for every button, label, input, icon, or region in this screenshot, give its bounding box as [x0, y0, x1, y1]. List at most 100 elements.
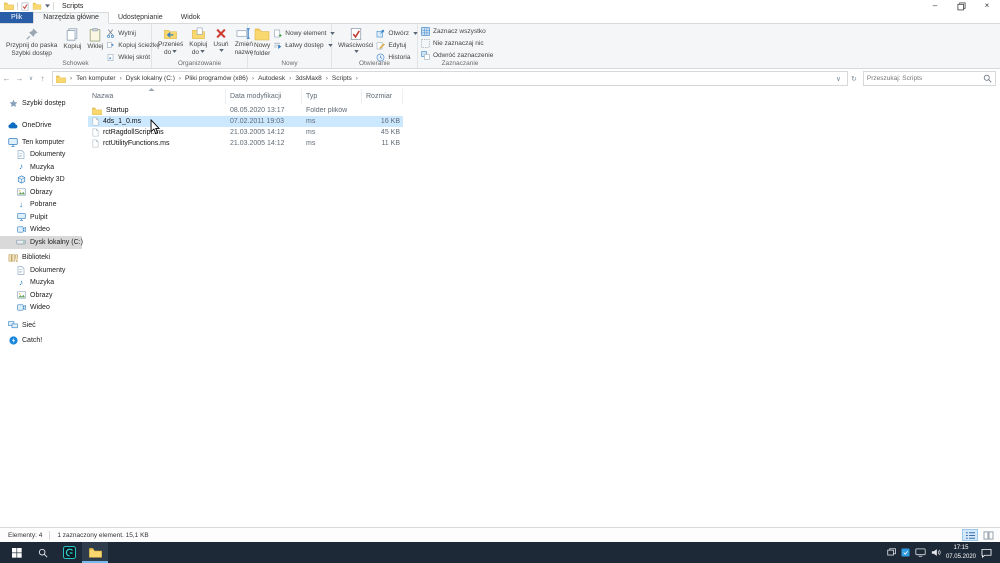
sidebar-item-lib-documents[interactable]: Dokumenty: [0, 264, 82, 277]
details-view-button[interactable]: [962, 529, 978, 541]
close-button[interactable]: ×: [974, 0, 1000, 12]
ribbon-group-select: Zaznacz wszystko Nie zaznaczaj nic Odwró…: [418, 24, 502, 68]
taskbar-file-explorer-button[interactable]: [82, 542, 108, 563]
paste-button[interactable]: Wklej: [84, 25, 106, 51]
sidebar-item-pictures[interactable]: Obrazy: [0, 186, 82, 199]
sidebar-item-3d-objects[interactable]: Obiekty 3D: [0, 174, 82, 187]
tab-home[interactable]: Narzędzia główne: [33, 12, 109, 24]
selection-summary: 1 zaznaczony element. 15,1 KB: [57, 532, 148, 539]
forward-icon[interactable]: →: [13, 74, 26, 83]
sidebar-item-network[interactable]: Sieć: [0, 319, 82, 332]
search-input[interactable]: [867, 75, 983, 82]
select-all-button[interactable]: Zaznacz wszystko: [421, 27, 493, 36]
breadcrumb-program-files[interactable]: Pliki programów (x86): [183, 75, 250, 82]
breadcrumb-3dsmax[interactable]: 3dsMax8: [293, 75, 323, 82]
breadcrumb-local-disk[interactable]: Dysk lokalny (C:): [124, 75, 177, 82]
pin-to-quick-access-button[interactable]: Przypnij do paska Szybki dostęp: [3, 25, 60, 58]
tray-blue-app-icon[interactable]: [901, 548, 910, 557]
sidebar-item-lib-videos[interactable]: Wideo: [0, 302, 82, 315]
sidebar-item-onedrive[interactable]: OneDrive: [0, 120, 82, 133]
hard-drive-icon: [16, 238, 26, 246]
open-label: Otwórz: [388, 30, 409, 37]
tab-view[interactable]: Widok: [172, 12, 209, 23]
properties-button[interactable]: Właściwości: [335, 25, 376, 54]
delete-button[interactable]: Usuń: [210, 25, 231, 53]
file-icon: [92, 128, 99, 137]
taskbar-clock[interactable]: 17:15 07.05.2020: [946, 544, 976, 560]
address-history-dropdown-icon[interactable]: ∨: [833, 75, 844, 83]
sidebar-label: Ten komputer: [22, 139, 64, 146]
copy-to-button[interactable]: Kopiuj do: [186, 25, 210, 57]
qat-properties-icon[interactable]: [21, 2, 29, 11]
column-header-size[interactable]: Rozmiar: [362, 89, 403, 104]
file-row-ragdoll[interactable]: rctRagdollScript.ms 21.03.2005 14:12 ms …: [88, 127, 403, 138]
file-date: 07.02.2011 19:03: [226, 118, 302, 125]
sidebar-label: OneDrive: [22, 122, 52, 129]
ribbon: Przypnij do paska Szybki dostęp Kopiuj W…: [0, 24, 1000, 69]
sidebar-item-quick-access[interactable]: Szybki dostęp: [0, 97, 82, 110]
tray-app-window-icon[interactable]: [887, 548, 896, 557]
copy-button[interactable]: Kopiuj: [60, 25, 84, 51]
sidebar-item-catch[interactable]: Catch!: [0, 335, 82, 348]
sidebar-item-lib-music[interactable]: ♪ Muzyka: [0, 277, 82, 290]
sidebar-item-music[interactable]: ♪ Muzyka: [0, 161, 82, 174]
taskbar-g-app-button[interactable]: [56, 542, 82, 563]
back-icon[interactable]: ←: [0, 74, 13, 83]
breadcrumb[interactable]: › Ten komputer › Dysk lokalny (C:) › Pli…: [52, 71, 848, 86]
taskbar-search-button[interactable]: [30, 542, 56, 563]
copy-to-label-1: Kopiuj: [189, 41, 207, 49]
sidebar-item-downloads[interactable]: ↓ Pobrane: [0, 199, 82, 212]
sidebar-item-videos[interactable]: Wideo: [0, 224, 82, 237]
column-header-type[interactable]: Typ: [302, 89, 362, 104]
clock-time: 17:15: [946, 544, 976, 552]
pin-icon: [25, 27, 39, 41]
file-row-startup[interactable]: Startup 08.05.2020 13:17 Folder plików: [88, 105, 403, 116]
restore-button[interactable]: [948, 0, 974, 12]
minimize-button[interactable]: –: [922, 0, 948, 12]
file-row-utility[interactable]: rctUtilityFunctions.ms 21.03.2005 14:12 …: [88, 138, 403, 149]
new-item-button[interactable]: Nowy element: [273, 29, 335, 38]
select-all-label: Zaznacz wszystko: [433, 28, 486, 35]
tab-share[interactable]: Udostępnianie: [109, 12, 172, 23]
move-to-button[interactable]: Przenieś do: [155, 25, 186, 57]
invert-selection-button[interactable]: Odwróć zaznaczenie: [421, 51, 493, 60]
sidebar-item-libraries[interactable]: Biblioteki: [0, 252, 82, 265]
column-header-date-modified[interactable]: Data modyfikacji: [226, 89, 302, 104]
sidebar-label: Pobrane: [30, 201, 56, 208]
group-label-clipboard: Schowek: [0, 60, 151, 67]
tab-file[interactable]: Plik: [0, 12, 33, 23]
select-none-label: Nie zaznaczaj nic: [433, 40, 484, 47]
edit-button[interactable]: Edytuj: [376, 41, 418, 50]
new-folder-button[interactable]: Nowy folder: [251, 25, 273, 58]
refresh-icon[interactable]: ↻: [848, 75, 860, 83]
column-header-name[interactable]: Nazwa: [88, 89, 226, 104]
open-button[interactable]: Otwórz: [376, 29, 418, 38]
file-icon: [92, 117, 99, 126]
breadcrumb-scripts[interactable]: Scripts: [330, 75, 354, 82]
move-to-label-1: Przenieś: [158, 41, 183, 49]
up-icon[interactable]: ↑: [36, 74, 49, 83]
file-row-4ds-selected[interactable]: 4ds_1_0.ms 07.02.2011 19:03 ms 16 KB: [88, 116, 403, 127]
sidebar-item-documents[interactable]: Dokumenty: [0, 149, 82, 162]
cut-label: Wytnij: [118, 30, 136, 37]
sidebar-item-lib-pictures[interactable]: Obrazy: [0, 289, 82, 302]
tray-volume-icon[interactable]: [931, 548, 941, 557]
recent-locations-dropdown-icon[interactable]: ∨: [26, 75, 36, 82]
qat-new-folder-icon[interactable]: [32, 2, 42, 10]
thumbnails-view-button[interactable]: [980, 529, 996, 541]
file-date: 21.03.2005 14:12: [226, 140, 302, 147]
breadcrumb-this-pc[interactable]: Ten komputer: [74, 75, 117, 82]
column-headers: Nazwa Data modyfikacji Typ Rozmiar: [88, 88, 418, 105]
start-button[interactable]: [4, 542, 30, 563]
tray-network-icon[interactable]: [915, 548, 926, 557]
breadcrumb-autodesk[interactable]: Autodesk: [256, 75, 287, 82]
action-center-icon[interactable]: [981, 548, 992, 558]
sidebar-item-this-pc[interactable]: Ten komputer: [0, 136, 82, 149]
sidebar-item-local-disk-c[interactable]: Dysk lokalny (C:): [0, 236, 82, 249]
select-none-button[interactable]: Nie zaznaczaj nic: [421, 39, 493, 48]
sidebar-item-desktop[interactable]: Pulpit: [0, 211, 82, 224]
sidebar-label: Wideo: [30, 304, 50, 311]
search-icon[interactable]: [983, 74, 992, 83]
qat-customize-dropdown-icon[interactable]: [45, 4, 50, 8]
easy-access-button[interactable]: Łatwy dostęp: [273, 41, 335, 50]
